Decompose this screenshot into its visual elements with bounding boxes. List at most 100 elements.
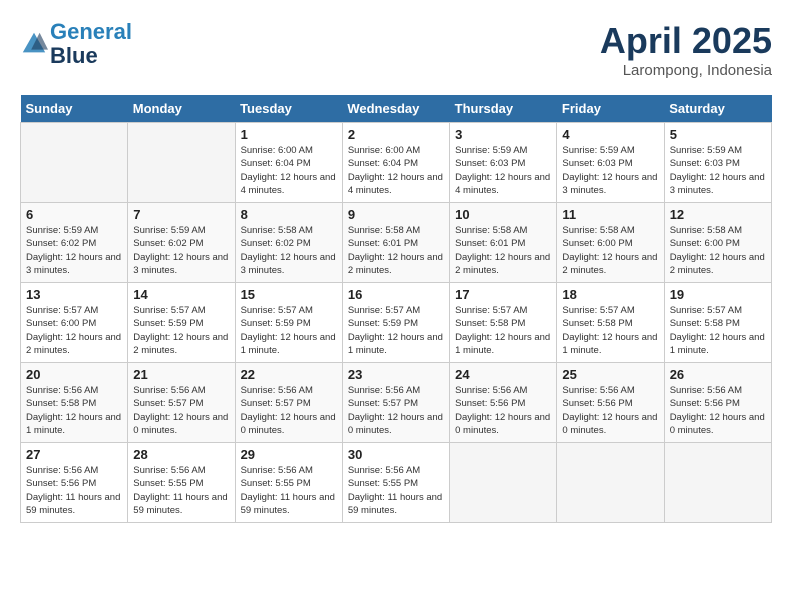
day-header-thursday: Thursday xyxy=(450,95,557,123)
calendar-cell: 28 Sunrise: 5:56 AM Sunset: 5:55 PM Dayli… xyxy=(128,443,235,523)
day-number: 26 xyxy=(670,367,766,382)
day-number: 18 xyxy=(562,287,658,302)
day-number: 3 xyxy=(455,127,551,142)
day-info: Sunrise: 6:00 AM Sunset: 6:04 PM Dayligh… xyxy=(348,144,444,197)
month-title: April 2025 xyxy=(600,20,772,62)
week-row: 20 Sunrise: 5:56 AM Sunset: 5:58 PM Dayli… xyxy=(21,363,772,443)
location: Larompong, Indonesia xyxy=(600,62,772,79)
day-number: 13 xyxy=(26,287,122,302)
day-number: 16 xyxy=(348,287,444,302)
day-number: 27 xyxy=(26,447,122,462)
day-number: 9 xyxy=(348,207,444,222)
calendar-cell: 23 Sunrise: 5:56 AM Sunset: 5:57 PM Dayli… xyxy=(342,363,449,443)
day-info: Sunrise: 5:59 AM Sunset: 6:03 PM Dayligh… xyxy=(670,144,766,197)
day-info: Sunrise: 5:58 AM Sunset: 6:00 PM Dayligh… xyxy=(670,224,766,277)
day-header-wednesday: Wednesday xyxy=(342,95,449,123)
day-info: Sunrise: 5:57 AM Sunset: 5:58 PM Dayligh… xyxy=(562,304,658,357)
calendar-cell: 27 Sunrise: 5:56 AM Sunset: 5:56 PM Dayli… xyxy=(21,443,128,523)
calendar-cell: 26 Sunrise: 5:56 AM Sunset: 5:56 PM Dayli… xyxy=(664,363,771,443)
calendar-cell: 1Sunrise: 6:00 AM Sunset: 6:04 PM Daylig… xyxy=(235,123,342,203)
logo-icon xyxy=(20,30,48,58)
day-info: Sunrise: 5:56 AM Sunset: 5:57 PM Dayligh… xyxy=(348,384,444,437)
calendar-cell: 11Sunrise: 5:58 AM Sunset: 6:00 PM Dayli… xyxy=(557,203,664,283)
day-number: 25 xyxy=(562,367,658,382)
calendar-cell xyxy=(450,443,557,523)
calendar-cell: 8 Sunrise: 5:58 AM Sunset: 6:02 PM Daylig… xyxy=(235,203,342,283)
calendar-table: SundayMondayTuesdayWednesdayThursdayFrid… xyxy=(20,95,772,523)
day-info: Sunrise: 5:57 AM Sunset: 6:00 PM Dayligh… xyxy=(26,304,122,357)
day-info: Sunrise: 5:56 AM Sunset: 5:57 PM Dayligh… xyxy=(133,384,229,437)
page-header: GeneralBlue April 2025 Larompong, Indone… xyxy=(20,20,772,79)
day-number: 14 xyxy=(133,287,229,302)
day-info: Sunrise: 5:56 AM Sunset: 5:56 PM Dayligh… xyxy=(670,384,766,437)
logo-text: GeneralBlue xyxy=(50,20,132,68)
calendar-cell: 22Sunrise: 5:56 AM Sunset: 5:57 PM Dayli… xyxy=(235,363,342,443)
day-number: 17 xyxy=(455,287,551,302)
day-number: 29 xyxy=(241,447,337,462)
day-number: 10 xyxy=(455,207,551,222)
day-info: Sunrise: 5:56 AM Sunset: 5:55 PM Dayligh… xyxy=(133,464,229,517)
day-info: Sunrise: 5:56 AM Sunset: 5:56 PM Dayligh… xyxy=(455,384,551,437)
day-number: 12 xyxy=(670,207,766,222)
day-number: 8 xyxy=(241,207,337,222)
calendar-cell: 10Sunrise: 5:58 AM Sunset: 6:01 PM Dayli… xyxy=(450,203,557,283)
day-number: 23 xyxy=(348,367,444,382)
day-number: 28 xyxy=(133,447,229,462)
day-info: Sunrise: 5:56 AM Sunset: 5:56 PM Dayligh… xyxy=(562,384,658,437)
day-info: Sunrise: 5:59 AM Sunset: 6:02 PM Dayligh… xyxy=(133,224,229,277)
title-block: April 2025 Larompong, Indonesia xyxy=(600,20,772,79)
week-row: 13 Sunrise: 5:57 AM Sunset: 6:00 PM Dayli… xyxy=(21,283,772,363)
day-info: Sunrise: 5:58 AM Sunset: 6:01 PM Dayligh… xyxy=(348,224,444,277)
day-number: 22 xyxy=(241,367,337,382)
calendar-cell xyxy=(557,443,664,523)
day-info: Sunrise: 5:59 AM Sunset: 6:03 PM Dayligh… xyxy=(455,144,551,197)
calendar-cell: 16 Sunrise: 5:57 AM Sunset: 5:59 PM Dayli… xyxy=(342,283,449,363)
week-row: 1 Sunrise: 6:00 AM Sunset: 6:04 PM Daylig… xyxy=(21,123,772,203)
week-row: 27 Sunrise: 5:56 AM Sunset: 5:56 PM Dayli… xyxy=(21,443,772,523)
day-header-sunday: Sunday xyxy=(21,95,128,123)
day-info: Sunrise: 5:57 AM Sunset: 5:59 PM Dayligh… xyxy=(348,304,444,357)
calendar-cell xyxy=(664,443,771,523)
calendar-cell: 19Sunrise: 5:57 AM Sunset: 5:58 PM Dayli… xyxy=(664,283,771,363)
calendar-cell: 30Sunrise: 5:56 AM Sunset: 5:55 PM Dayli… xyxy=(342,443,449,523)
calendar-header-row: SundayMondayTuesdayWednesdayThursdayFrid… xyxy=(21,95,772,123)
calendar-cell xyxy=(128,123,235,203)
calendar-cell: 18 Sunrise: 5:57 AM Sunset: 5:58 PM Dayli… xyxy=(557,283,664,363)
day-header-tuesday: Tuesday xyxy=(235,95,342,123)
calendar-cell: 17 Sunrise: 5:57 AM Sunset: 5:58 PM Dayli… xyxy=(450,283,557,363)
calendar-cell: 15 Sunrise: 5:57 AM Sunset: 5:59 PM Dayli… xyxy=(235,283,342,363)
day-info: Sunrise: 5:56 AM Sunset: 5:58 PM Dayligh… xyxy=(26,384,122,437)
day-number: 30 xyxy=(348,447,444,462)
day-number: 7 xyxy=(133,207,229,222)
day-number: 20 xyxy=(26,367,122,382)
day-info: Sunrise: 5:57 AM Sunset: 5:59 PM Dayligh… xyxy=(241,304,337,357)
day-info: Sunrise: 5:56 AM Sunset: 5:55 PM Dayligh… xyxy=(241,464,337,517)
calendar-cell: 5Sunrise: 5:59 AM Sunset: 6:03 PM Daylig… xyxy=(664,123,771,203)
day-info: Sunrise: 5:57 AM Sunset: 5:59 PM Dayligh… xyxy=(133,304,229,357)
day-info: Sunrise: 5:59 AM Sunset: 6:03 PM Dayligh… xyxy=(562,144,658,197)
day-header-saturday: Saturday xyxy=(664,95,771,123)
day-number: 21 xyxy=(133,367,229,382)
day-number: 1 xyxy=(241,127,337,142)
day-number: 19 xyxy=(670,287,766,302)
day-info: Sunrise: 5:56 AM Sunset: 5:56 PM Dayligh… xyxy=(26,464,122,517)
day-info: Sunrise: 5:58 AM Sunset: 6:02 PM Dayligh… xyxy=(241,224,337,277)
day-number: 4 xyxy=(562,127,658,142)
calendar-cell: 2 Sunrise: 6:00 AM Sunset: 6:04 PM Daylig… xyxy=(342,123,449,203)
day-number: 15 xyxy=(241,287,337,302)
calendar-cell: 25 Sunrise: 5:56 AM Sunset: 5:56 PM Dayli… xyxy=(557,363,664,443)
week-row: 6Sunrise: 5:59 AM Sunset: 6:02 PM Daylig… xyxy=(21,203,772,283)
calendar-cell: 12 Sunrise: 5:58 AM Sunset: 6:00 PM Dayli… xyxy=(664,203,771,283)
calendar-cell: 29 Sunrise: 5:56 AM Sunset: 5:55 PM Dayli… xyxy=(235,443,342,523)
calendar-cell xyxy=(21,123,128,203)
calendar-body: 1 Sunrise: 6:00 AM Sunset: 6:04 PM Daylig… xyxy=(21,123,772,523)
calendar-cell: 24Sunrise: 5:56 AM Sunset: 5:56 PM Dayli… xyxy=(450,363,557,443)
calendar-cell: 4 Sunrise: 5:59 AM Sunset: 6:03 PM Daylig… xyxy=(557,123,664,203)
day-number: 2 xyxy=(348,127,444,142)
day-info: Sunrise: 5:57 AM Sunset: 5:58 PM Dayligh… xyxy=(455,304,551,357)
calendar-cell: 14 Sunrise: 5:57 AM Sunset: 5:59 PM Dayli… xyxy=(128,283,235,363)
day-info: Sunrise: 5:58 AM Sunset: 6:00 PM Dayligh… xyxy=(562,224,658,277)
calendar-cell: 6Sunrise: 5:59 AM Sunset: 6:02 PM Daylig… xyxy=(21,203,128,283)
day-header-friday: Friday xyxy=(557,95,664,123)
calendar-cell: 7 Sunrise: 5:59 AM Sunset: 6:02 PM Daylig… xyxy=(128,203,235,283)
